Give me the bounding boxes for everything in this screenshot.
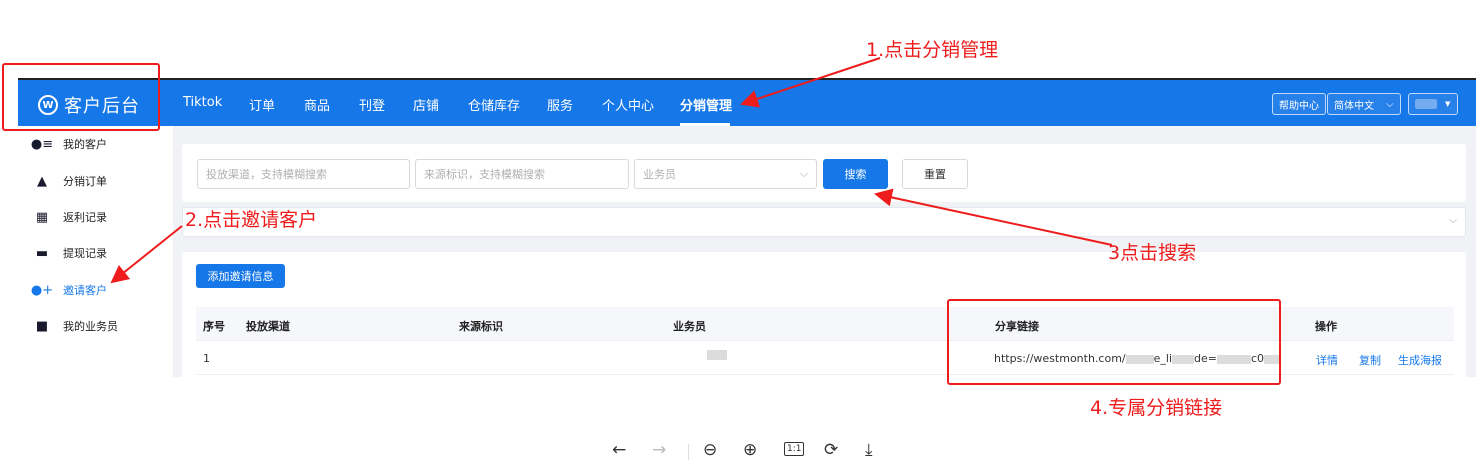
withdrawal-icon: ▬ (35, 245, 49, 261)
nav-warehouse[interactable]: 仓储库存 (468, 95, 520, 114)
nav-orders[interactable]: 订单 (249, 95, 275, 114)
sidebar-item-my-salespersons[interactable]: ■ 我的业务员 (34, 318, 118, 334)
nav-listing[interactable]: 刊登 (359, 95, 385, 114)
highlight-share-link-box (947, 299, 1281, 385)
details-link[interactable]: 详情 (1316, 352, 1338, 368)
chevron-down-icon: ⌵ (1449, 215, 1457, 226)
highlight-logo-box (2, 63, 160, 131)
chevron-down-icon: ⌵ (799, 167, 808, 180)
arrow-left-icon[interactable]: ← (612, 440, 626, 460)
toolbar-divider (688, 444, 689, 460)
language-label: 简体中文 (1334, 100, 1374, 112)
sidebar-item-label: 我的业务员 (63, 320, 118, 333)
sidebar-item-distribution-orders[interactable]: ▲ 分销订单 (34, 173, 107, 189)
column-header-operations: 操作 (1315, 320, 1337, 333)
nav-products[interactable]: 商品 (304, 95, 330, 114)
annotation-step3: 3点击搜索 (1108, 242, 1197, 264)
zoom-out-icon[interactable]: ⊖ (703, 440, 717, 460)
source-search-input[interactable]: 来源标识，支持模糊搜索 (415, 159, 629, 189)
copy-link[interactable]: 复制 (1359, 352, 1381, 368)
add-invite-button[interactable]: 添加邀请信息 (196, 264, 285, 288)
orders-icon: ▲ (37, 173, 47, 189)
sidebar-item-rebate-records[interactable]: ▦ 返利记录 (34, 209, 107, 225)
help-center-button[interactable]: 帮助中心 (1272, 93, 1326, 115)
user-menu[interactable]: ▼ (1408, 93, 1458, 115)
actual-size-icon[interactable]: 1:1 (784, 442, 805, 456)
annotation-step2: 2.点击邀请客户 (185, 209, 318, 231)
rotate-icon[interactable]: ⟳ (824, 440, 838, 460)
sidebar-item-label: 返利记录 (63, 211, 107, 224)
sidebar-item-label: 邀请客户 (63, 284, 107, 297)
nav-services[interactable]: 服务 (547, 95, 573, 114)
salesperson-placeholder: 业务员 (643, 168, 676, 181)
sidebar-item-my-customers[interactable]: ●≡ 我的客户 (30, 136, 107, 152)
column-header-index: 序号 (203, 320, 225, 333)
sidebar-item-invite-customers[interactable]: ●+ 邀请客户 (30, 282, 107, 298)
column-header-channel: 投放渠道 (246, 320, 290, 333)
reset-button[interactable]: 重置 (902, 159, 968, 189)
sidebar: ●≡ 我的客户 ▲ 分销订单 ▦ 返利记录 ▬ 提现记录 ●+ 邀请客户 ■ 我… (18, 126, 173, 377)
arrow-right-icon[interactable]: → (652, 440, 666, 460)
column-header-source: 来源标识 (459, 320, 503, 333)
active-nav-indicator (680, 123, 730, 126)
rebate-icon: ▦ (35, 209, 49, 225)
cell-index: 1 (203, 352, 210, 365)
column-header-salesperson: 业务员 (673, 320, 706, 333)
chevron-down-icon: ⌵ (1386, 98, 1394, 110)
sidebar-item-label: 提现记录 (63, 247, 107, 260)
customers-icon: ●≡ (30, 136, 54, 152)
salesperson-icon: ■ (35, 318, 49, 334)
collapse-panel[interactable]: ⌵ (182, 207, 1466, 237)
sidebar-item-withdrawal-records[interactable]: ▬ 提现记录 (34, 245, 107, 261)
generate-poster-link[interactable]: 生成海报 (1398, 352, 1442, 368)
salesperson-select[interactable]: 业务员 ⌵ (634, 159, 817, 189)
caret-down-icon: ▼ (1445, 100, 1451, 108)
top-navbar: W 客户后台 Tiktok 订单 商品 刊登 店铺 仓储库存 服务 个人中心 分… (18, 80, 1476, 126)
nav-distribution-management[interactable]: 分销管理 (680, 95, 732, 114)
language-select[interactable]: 简体中文 ⌵ (1327, 93, 1401, 115)
sidebar-item-label: 分销订单 (63, 175, 107, 188)
annotation-step1: 1.点击分销管理 (866, 39, 999, 61)
search-button[interactable]: 搜索 (823, 159, 888, 189)
nav-personal-center[interactable]: 个人中心 (602, 95, 654, 114)
zoom-in-icon[interactable]: ⊕ (743, 440, 757, 460)
nav-tiktok[interactable]: Tiktok (183, 95, 222, 110)
sidebar-item-label: 我的客户 (63, 138, 107, 151)
channel-search-input[interactable]: 投放渠道，支持模糊搜索 (197, 159, 410, 189)
download-icon[interactable]: ⤓ (865, 440, 873, 460)
user-avatar (1415, 99, 1437, 109)
screenshot-stage: W 客户后台 Tiktok 订单 商品 刊登 店铺 仓储库存 服务 个人中心 分… (0, 0, 1478, 471)
nav-stores[interactable]: 店铺 (413, 95, 439, 114)
add-user-icon: ●+ (30, 282, 54, 298)
annotation-step4: 4.专属分销链接 (1090, 397, 1223, 419)
salesperson-redacted (707, 350, 727, 360)
